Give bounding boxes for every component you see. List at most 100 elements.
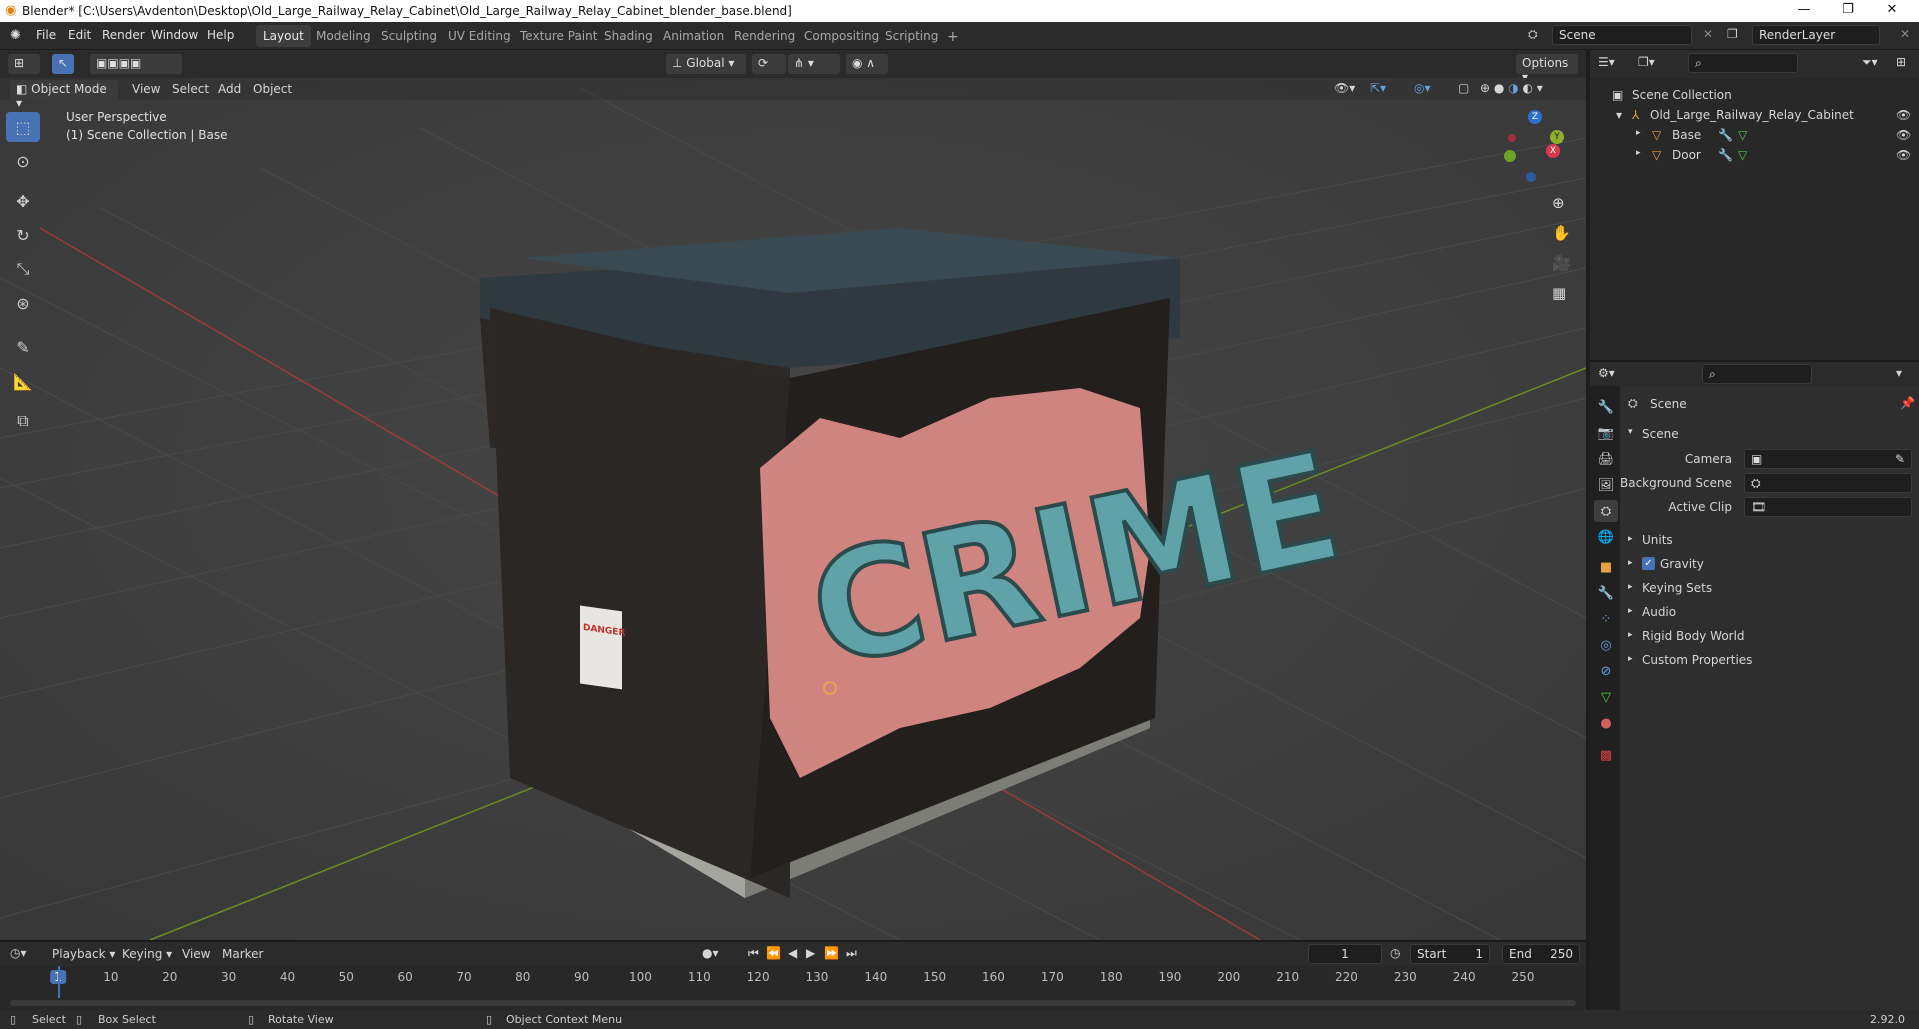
timeline-track[interactable]: 1102030405060708090100110120130140150160… xyxy=(0,966,1586,1010)
outliner-row-door[interactable]: ▸ ▽ Door 🔧 ▽ 👁 xyxy=(1590,146,1919,166)
minimize-button[interactable]: — xyxy=(1784,2,1824,17)
transform-orientation-dropdown[interactable]: ⊥ Global ▾ xyxy=(666,54,746,74)
outliner-row-base[interactable]: ▸ ▽ Base 🔧 ▽ 👁 xyxy=(1590,126,1919,146)
jump-start-icon[interactable]: ⏮ xyxy=(748,946,759,961)
tool-tab-icon[interactable]: 🔧 xyxy=(1594,396,1618,418)
expand-arrow-icon[interactable]: ▸ xyxy=(1628,654,1633,664)
tab-shading[interactable]: Shading xyxy=(597,25,660,47)
scene-panel-header[interactable]: ▾ Scene xyxy=(1620,424,1919,446)
jump-end-icon[interactable]: ⏭ xyxy=(846,946,857,961)
timeline-scrollbar[interactable] xyxy=(10,1000,1576,1006)
menu-add[interactable]: Add xyxy=(218,82,241,96)
proportional-edit-icon[interactable]: ◉ ∧ xyxy=(846,54,888,74)
playhead[interactable] xyxy=(58,966,60,998)
maximize-button[interactable]: ❐ xyxy=(1828,2,1868,17)
cursor-tool-icon[interactable]: ⊙ xyxy=(6,146,40,176)
material-tab-icon[interactable]: ● xyxy=(1594,712,1618,734)
outliner-row-scene-collection[interactable]: ▣ Scene Collection xyxy=(1590,86,1919,106)
mode-dropdown[interactable]: ◧ Object Mode ▾ xyxy=(10,80,118,110)
current-frame-field[interactable]: 1 xyxy=(1308,944,1382,964)
gravity-section[interactable]: ▸ ✓ Gravity xyxy=(1620,554,1919,576)
timeline-view-menu[interactable]: View xyxy=(182,947,210,961)
pan-hand-icon[interactable]: ✋ xyxy=(1552,224,1571,242)
menu-help[interactable]: Help xyxy=(207,28,234,42)
camera-field[interactable]: ▣ ✎ xyxy=(1744,449,1912,469)
gizmo-neg-y-icon[interactable] xyxy=(1504,150,1516,162)
expand-arrow-icon[interactable]: ▸ xyxy=(1636,128,1641,138)
expand-arrow-icon[interactable]: ▸ xyxy=(1628,630,1633,640)
gizmo-y-icon[interactable]: Y xyxy=(1550,130,1564,144)
camera-view-icon[interactable]: 🎥 xyxy=(1552,254,1571,272)
visibility-icon[interactable]: 👁▾ xyxy=(1334,81,1355,95)
expand-arrow-icon[interactable]: ▸ xyxy=(1628,606,1633,616)
close-button[interactable]: ✕ xyxy=(1872,2,1912,17)
tab-texture-paint[interactable]: Texture Paint xyxy=(513,25,604,47)
next-keyframe-icon[interactable]: ⏩ xyxy=(824,946,839,960)
add-workspace-button[interactable]: + xyxy=(940,25,966,47)
gizmo-neg-x-icon[interactable] xyxy=(1508,134,1516,142)
modifier-tab-icon[interactable]: 🔧 xyxy=(1594,582,1618,604)
play-icon[interactable]: ▶ xyxy=(806,946,815,960)
properties-options-icon[interactable]: ▾ xyxy=(1896,366,1902,380)
expand-arrow-icon[interactable]: ▸ xyxy=(1636,148,1641,158)
tab-scripting[interactable]: Scripting xyxy=(878,25,945,47)
prev-keyframe-icon[interactable]: ⏪ xyxy=(766,946,781,960)
render-tab-icon[interactable]: 📷 xyxy=(1594,422,1618,444)
keying-menu[interactable]: Keying ▾ xyxy=(122,947,172,961)
overlays-icon[interactable]: ◎▾ xyxy=(1414,81,1431,95)
gizmo-x-icon[interactable]: X xyxy=(1546,144,1560,158)
renderlayer-remove-icon[interactable]: ✕ xyxy=(1900,27,1910,41)
properties-search-input[interactable]: ⌕ xyxy=(1702,364,1812,384)
constraints-tab-icon[interactable]: ⊘ xyxy=(1594,660,1618,682)
rigid-body-world-section[interactable]: ▸ Rigid Body World xyxy=(1620,626,1919,648)
collapse-arrow-icon[interactable]: ▾ xyxy=(1616,108,1622,122)
display-mode-icon[interactable]: ❐▾ xyxy=(1638,55,1655,69)
start-frame-field[interactable]: Start 1 xyxy=(1410,944,1490,964)
zoom-icon[interactable]: ⊕ xyxy=(1552,194,1565,212)
tab-compositing[interactable]: Compositing xyxy=(797,25,886,47)
new-collection-icon[interactable]: ⊞ xyxy=(1896,55,1906,69)
active-clip-field[interactable]: 🎞 xyxy=(1744,497,1912,517)
menu-view[interactable]: View xyxy=(132,82,160,96)
data-tab-icon[interactable]: ▽ xyxy=(1594,686,1618,708)
tab-rendering[interactable]: Rendering xyxy=(727,25,802,47)
view-layer-tab-icon[interactable]: 🖼 xyxy=(1594,474,1618,496)
options-dropdown[interactable]: Options ▾ xyxy=(1516,54,1578,84)
scene-remove-icon[interactable]: ✕ xyxy=(1703,27,1713,41)
gizmo-toggle-icon[interactable]: ⇱▾ xyxy=(1370,81,1386,95)
menu-render[interactable]: Render xyxy=(102,28,145,42)
3d-viewport[interactable]: CRIME DANGER ◧ Object Mode ▾ View Select… xyxy=(0,78,1586,940)
menu-object[interactable]: Object xyxy=(253,82,292,96)
scale-tool-icon[interactable]: ⤡ xyxy=(6,254,40,284)
end-frame-field[interactable]: End 250 xyxy=(1502,944,1580,964)
select-box-tool-icon[interactable]: ⬚ xyxy=(6,112,40,142)
texture-tab-icon[interactable]: ▩ xyxy=(1594,744,1618,766)
add-cube-tool-icon[interactable]: ⧉ xyxy=(6,406,40,436)
expand-arrow-icon[interactable]: ▸ xyxy=(1628,582,1633,592)
output-tab-icon[interactable]: 🖨 xyxy=(1594,448,1618,470)
transform-tool-icon[interactable]: ⊛ xyxy=(6,288,40,318)
ortho-grid-icon[interactable]: ▦ xyxy=(1552,284,1566,302)
expand-arrow-icon[interactable]: ▸ xyxy=(1628,534,1633,544)
xray-icon[interactable]: ▢ xyxy=(1458,81,1469,95)
marker-menu[interactable]: Marker xyxy=(222,947,263,961)
outliner-row-collection[interactable]: ▾ ⅄ Old_Large_Railway_Relay_Cabinet 👁 xyxy=(1590,106,1919,126)
blender-menu-icon[interactable]: ✺ xyxy=(10,28,21,43)
pin-icon[interactable]: 📌 xyxy=(1900,396,1915,410)
move-tool-icon[interactable]: ✥ xyxy=(6,186,40,216)
tab-layout[interactable]: Layout xyxy=(256,25,311,47)
outliner-editor-type-icon[interactable]: ☰▾ xyxy=(1598,55,1615,69)
eyedropper-icon[interactable]: ✎ xyxy=(1895,452,1905,466)
physics-tab-icon[interactable]: ◎ xyxy=(1594,634,1618,656)
rotate-tool-icon[interactable]: ↻ xyxy=(6,220,40,250)
menu-edit[interactable]: Edit xyxy=(68,28,91,42)
gravity-checkbox[interactable]: ✓ xyxy=(1642,557,1655,570)
gizmo-z-icon[interactable]: Z xyxy=(1528,110,1542,124)
frame-ruler[interactable]: 1102030405060708090100110120130140150160… xyxy=(0,966,1586,986)
custom-properties-section[interactable]: ▸ Custom Properties xyxy=(1620,650,1919,672)
selection-modes-icon[interactable]: ▣▣▣▣ xyxy=(90,54,182,74)
pivot-point-icon[interactable]: ⟳ xyxy=(752,54,786,74)
world-tab-icon[interactable]: 🌐 xyxy=(1594,526,1618,548)
filter-icon[interactable]: ⏷▾ xyxy=(1862,55,1878,70)
renderlayer-icon[interactable]: ❐ xyxy=(1727,27,1738,41)
